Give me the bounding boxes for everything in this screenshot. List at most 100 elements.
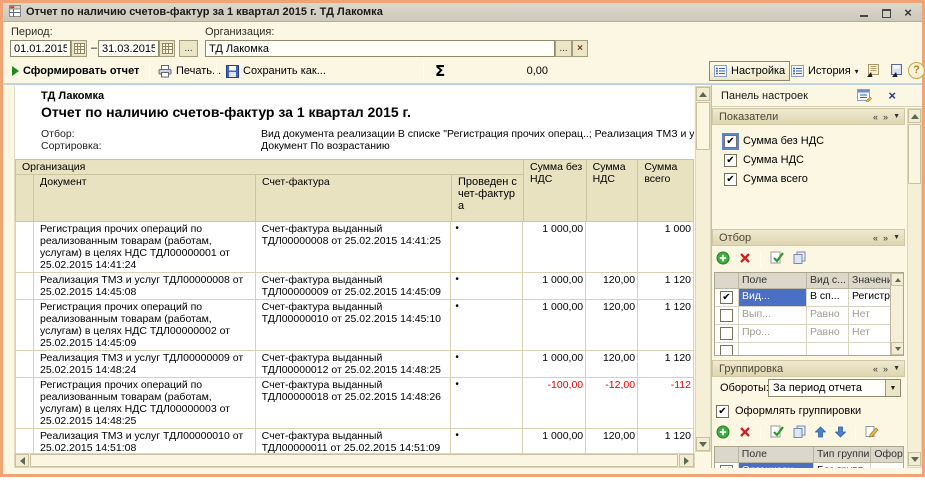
vertical-scroll-thumb[interactable] bbox=[696, 102, 710, 150]
row-indent-cell[interactable] bbox=[15, 222, 33, 273]
invoice-cell[interactable]: Счет-фактура выданный ТДЛ00000008 от 25.… bbox=[255, 222, 451, 273]
sum-no-vat-cell[interactable]: 1 000,00 bbox=[522, 222, 585, 273]
save-settings-button[interactable] bbox=[884, 61, 907, 81]
sum-total-cell[interactable]: -112 bbox=[637, 378, 694, 429]
scroll-up-button[interactable] bbox=[696, 87, 710, 101]
kind-cell[interactable] bbox=[807, 343, 849, 356]
checkbox[interactable]: ✔ bbox=[720, 291, 733, 304]
checkbox[interactable]: ✔ bbox=[724, 173, 737, 186]
field-cell[interactable]: Вид... bbox=[739, 289, 807, 307]
collapse-right-icon[interactable]: » bbox=[883, 233, 888, 243]
checkbox[interactable] bbox=[720, 309, 733, 322]
posted-cell[interactable]: • bbox=[450, 429, 522, 453]
checkbox[interactable]: ✔ bbox=[720, 465, 733, 468]
invoice-cell[interactable]: Счет-фактура выданный ТДЛ00000018 от 25.… bbox=[255, 378, 451, 429]
table-row[interactable]: Реализация ТМЗ и услуг ТДЛ00000008 от 25… bbox=[15, 273, 694, 300]
report-view[interactable]: ТД Лакомка Отчет по наличию счетов-факту… bbox=[14, 86, 694, 453]
move-down-button[interactable] bbox=[835, 426, 846, 441]
sum-vat-cell[interactable]: 120,00 bbox=[585, 273, 637, 300]
panel-settings-button[interactable] bbox=[854, 87, 874, 105]
sum-total-cell[interactable]: 1 120 bbox=[637, 429, 694, 453]
settings-button[interactable]: Настройка bbox=[709, 61, 790, 81]
period-more-button[interactable]: ... bbox=[179, 40, 198, 57]
sum-total-cell[interactable]: 1 120 bbox=[637, 300, 694, 351]
document-cell[interactable]: Реализация ТМЗ и услуг ТДЛ00000009 от 25… bbox=[33, 351, 255, 378]
section-header-indicators[interactable]: Показатели « » ▼ bbox=[712, 108, 905, 125]
panel-close-button[interactable]: × bbox=[888, 88, 896, 103]
invoice-cell[interactable]: Счет-фактура выданный ТДЛ00000010 от 25.… bbox=[255, 300, 451, 351]
field-cell[interactable] bbox=[739, 343, 807, 356]
filter-grid-row[interactable]: Вып...РавноНет bbox=[715, 307, 903, 325]
table-row[interactable]: Регистрация прочих операций по реализова… bbox=[15, 300, 694, 351]
add-button[interactable] bbox=[716, 425, 730, 442]
check-all-button[interactable] bbox=[770, 425, 784, 441]
save-as-button[interactable]: Сохранить как... bbox=[222, 61, 330, 81]
indicator-item[interactable]: ✔Сумма всего bbox=[724, 171, 808, 187]
collapse-down-icon[interactable]: ▼ bbox=[893, 365, 900, 372]
scroll-down-button[interactable] bbox=[891, 342, 904, 355]
format-groupings-checkbox[interactable]: ✔ bbox=[716, 405, 729, 418]
sum-vat-cell[interactable]: -12,00 bbox=[585, 378, 637, 429]
filter-grid-row[interactable]: Про...РавноНет bbox=[715, 325, 903, 343]
checkbox[interactable] bbox=[720, 327, 733, 340]
collapse-down-icon[interactable]: ▼ bbox=[893, 113, 900, 120]
check-all-button[interactable] bbox=[770, 251, 784, 267]
document-cell[interactable]: Регистрация прочих операций по реализова… bbox=[33, 222, 255, 273]
sum-no-vat-cell[interactable]: -100,00 bbox=[522, 378, 585, 429]
sum-vat-cell[interactable]: 120,00 bbox=[585, 351, 637, 378]
document-cell[interactable]: Регистрация прочих операций по реализова… bbox=[33, 378, 255, 429]
section-header-filter[interactable]: Отбор « » ▼ bbox=[712, 229, 905, 246]
checkbox[interactable]: ✔ bbox=[724, 154, 737, 167]
kind-cell[interactable]: В сп... bbox=[807, 289, 849, 307]
posted-cell[interactable]: • bbox=[450, 300, 522, 351]
period-to-input[interactable] bbox=[98, 40, 159, 57]
scroll-left-button[interactable] bbox=[15, 454, 29, 467]
sum-total-cell[interactable]: 1 000 bbox=[637, 222, 694, 273]
row-indent-cell[interactable] bbox=[15, 273, 33, 300]
uncheck-all-button[interactable] bbox=[793, 425, 806, 441]
row-select-cell[interactable] bbox=[715, 343, 739, 356]
document-cell[interactable]: Реализация ТМЗ и услуг ТДЛ00000010 от 25… bbox=[33, 429, 255, 453]
help-button[interactable]: ? bbox=[908, 62, 925, 79]
horizontal-scroll-thumb[interactable] bbox=[30, 454, 678, 467]
scroll-up-button[interactable] bbox=[891, 273, 904, 286]
move-up-button[interactable] bbox=[815, 426, 826, 441]
sum-total-cell[interactable]: 1 120 bbox=[637, 351, 694, 378]
scroll-down-button[interactable] bbox=[908, 452, 921, 466]
posted-cell[interactable]: • bbox=[450, 351, 522, 378]
period-from-input[interactable] bbox=[10, 40, 71, 57]
section-header-grouping[interactable]: Группировка « » ▼ bbox=[712, 360, 905, 377]
filter-grid-scrollbar[interactable] bbox=[890, 273, 903, 355]
row-select-cell[interactable] bbox=[715, 307, 739, 325]
organization-input[interactable] bbox=[205, 40, 555, 57]
scroll-down-button[interactable] bbox=[696, 437, 710, 451]
load-settings-button[interactable] bbox=[861, 61, 884, 81]
table-row[interactable]: Регистрация прочих операций по реализова… bbox=[15, 222, 694, 273]
document-cell[interactable]: Регистрация прочих операций по реализова… bbox=[33, 300, 255, 351]
type-cell[interactable]: Без групп bbox=[814, 463, 871, 468]
grouping-grid-row[interactable]: ✔Организац...Без групп bbox=[715, 463, 903, 468]
sum-button[interactable]: Σ bbox=[431, 61, 449, 81]
table-vertical-scrollbar[interactable] bbox=[695, 86, 711, 452]
panel-vertical-scrollbar[interactable] bbox=[907, 108, 922, 468]
table-row[interactable]: Реализация ТМЗ и услуг ТДЛ00000009 от 25… bbox=[15, 351, 694, 378]
print-button[interactable]: Печать... bbox=[154, 61, 225, 81]
delete-button[interactable] bbox=[739, 252, 751, 267]
field-cell[interactable]: Про... bbox=[739, 325, 807, 343]
maximize-button[interactable] bbox=[879, 6, 893, 19]
row-indent-cell[interactable] bbox=[15, 300, 33, 351]
organization-clear-button[interactable]: × bbox=[572, 40, 588, 57]
row-select-cell[interactable]: ✔ bbox=[715, 463, 739, 468]
sum-no-vat-cell[interactable]: 1 000,00 bbox=[522, 273, 585, 300]
edit-button[interactable] bbox=[865, 425, 879, 441]
panel-scroll-thumb[interactable] bbox=[908, 124, 921, 184]
filter-grid-row[interactable]: ✔ Вид...В сп...Регистр... bbox=[715, 289, 903, 307]
value-cell[interactable]: Регистр... bbox=[849, 289, 892, 307]
row-indent-cell[interactable] bbox=[15, 378, 33, 429]
posted-cell[interactable]: • bbox=[450, 222, 522, 273]
sum-vat-cell[interactable]: 120,00 bbox=[585, 300, 637, 351]
kind-cell[interactable]: Равно bbox=[807, 307, 849, 325]
sum-no-vat-cell[interactable]: 1 000,00 bbox=[522, 429, 585, 453]
uncheck-all-button[interactable] bbox=[793, 251, 806, 267]
table-horizontal-scrollbar[interactable] bbox=[14, 453, 695, 468]
